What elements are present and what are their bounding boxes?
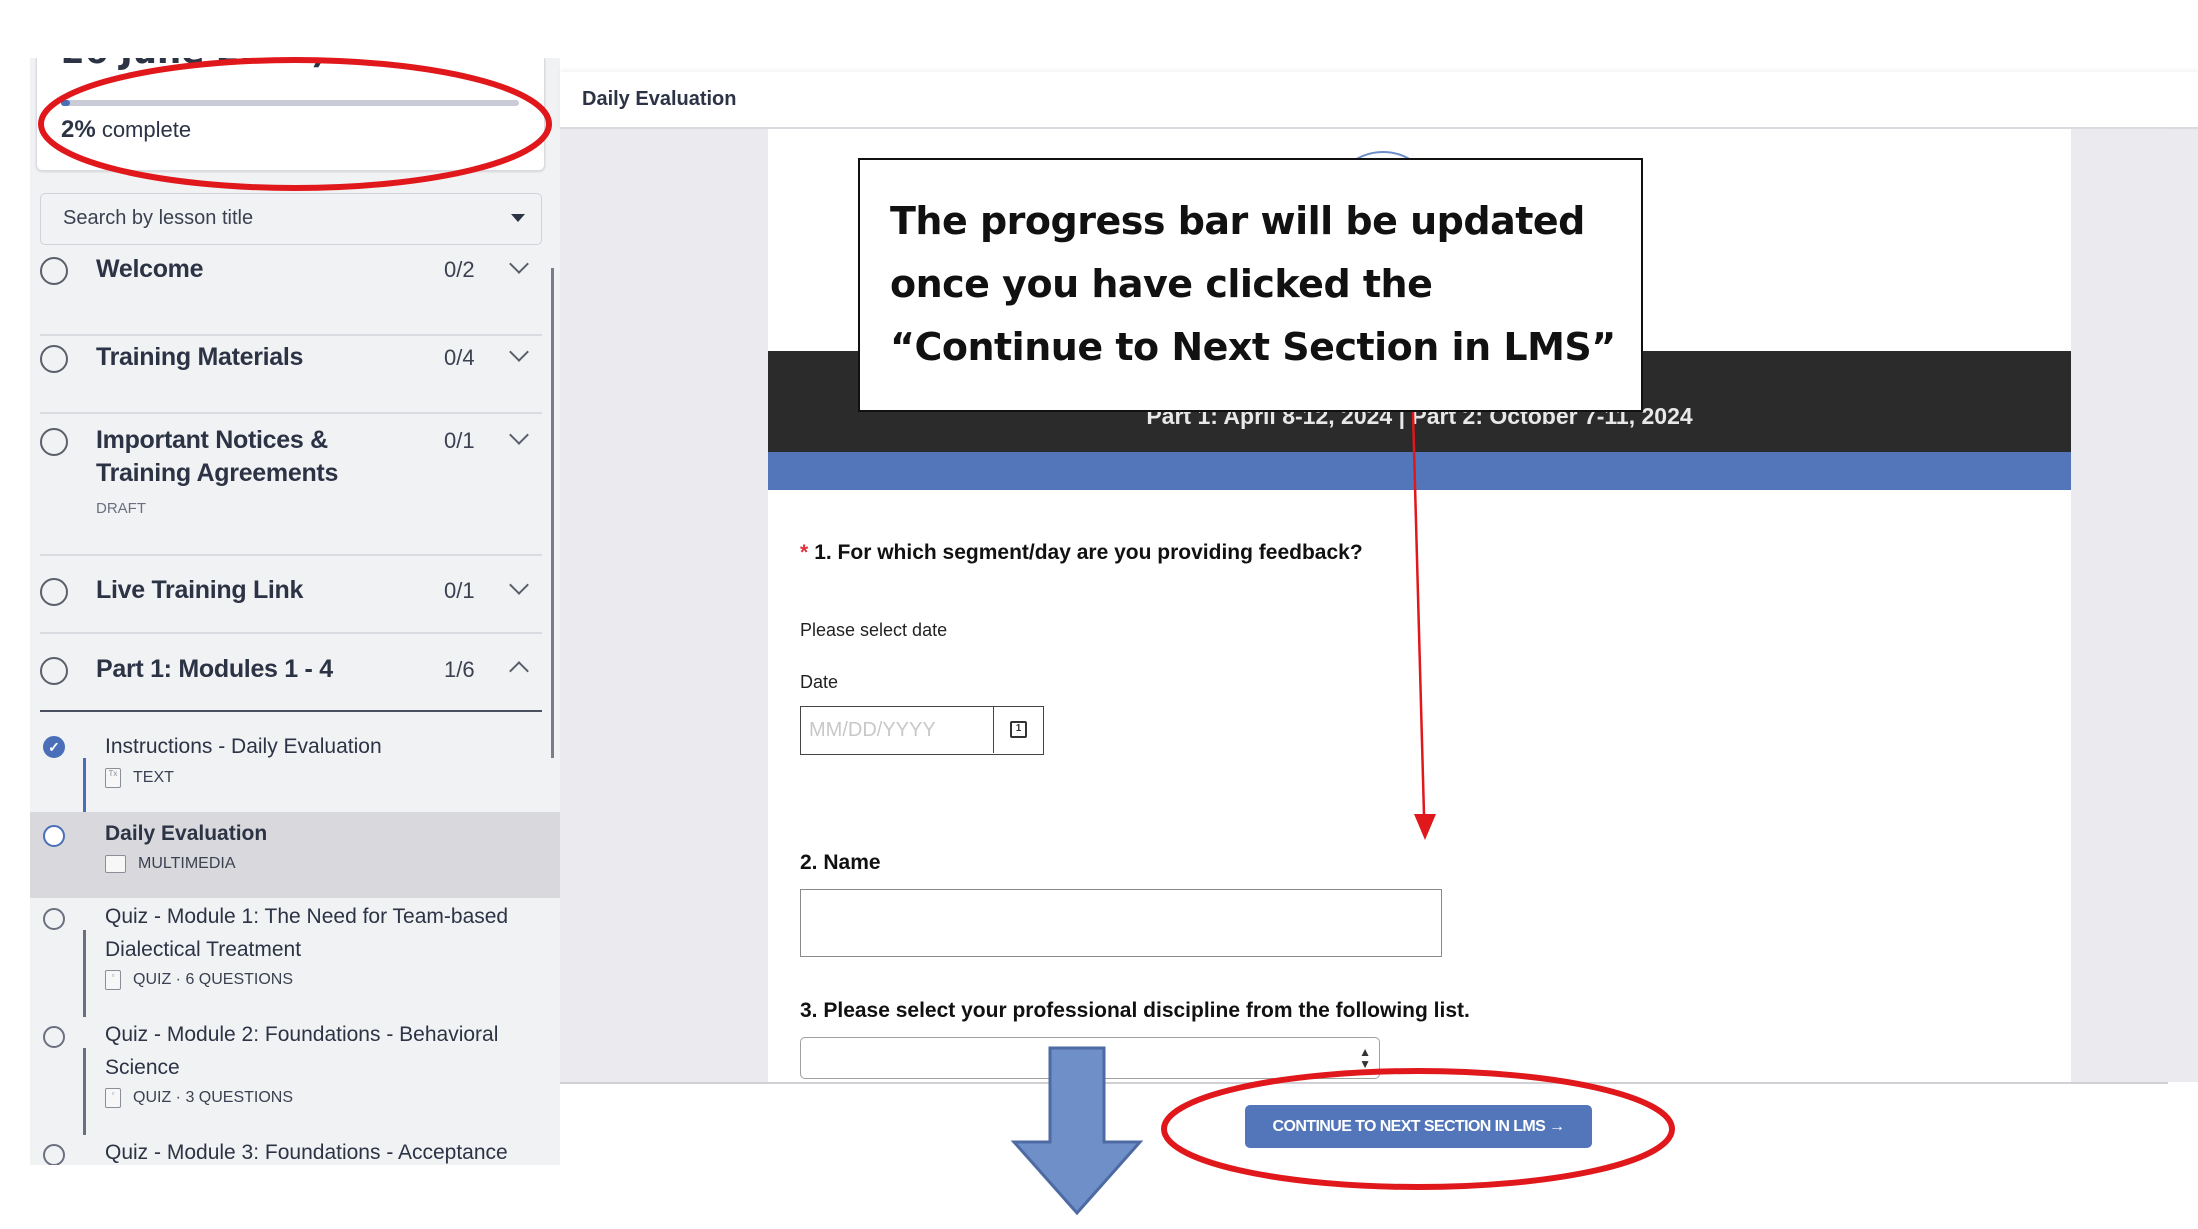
section-count: 1/6 — [444, 657, 475, 682]
date-hint: Please select date — [800, 620, 948, 640]
section-part-1-modules[interactable]: Part 1: Modules 1 - 4 1/6 — [40, 634, 542, 710]
section-title: Welcome — [96, 255, 204, 283]
required-mark: * — [800, 541, 809, 564]
section-count: 0/1 — [444, 428, 475, 453]
lesson-type-label: MULTIMEDIA — [138, 855, 236, 873]
question-1-text: 1. For which segment/day are you providi… — [814, 541, 1363, 564]
status-circle-icon — [43, 1026, 65, 1048]
draft-badge: DRAFT — [96, 500, 146, 517]
frame-gutter — [2071, 129, 2168, 1082]
caret-down-icon — [511, 214, 525, 222]
quiz-icon: ▫ — [105, 1088, 121, 1108]
section-live-training-link[interactable]: Live Training Link 0/1 — [40, 556, 542, 632]
banner-accent — [768, 452, 2071, 490]
status-circle-icon — [40, 345, 68, 373]
lesson-item[interactable]: Quiz - Module 1: The Need for Team-based… — [30, 898, 560, 1016]
section-welcome[interactable]: Welcome 0/2 — [40, 251, 542, 307]
question-2-label: 2. Name — [800, 851, 881, 874]
calendar-icon: 1 — [1010, 721, 1027, 738]
question-1-label: * 1. For which segment/day are you provid… — [800, 541, 1363, 565]
status-circle-icon — [40, 578, 68, 606]
section-title: Part 1: Modules 1 - 4 — [96, 655, 333, 683]
section-count: 0/2 — [444, 257, 475, 282]
lesson-type-label: TEXT — [133, 769, 174, 787]
chevron-down-icon[interactable] — [509, 575, 529, 595]
chevron-up-icon[interactable] — [509, 661, 529, 681]
chevron-down-icon[interactable] — [509, 425, 529, 445]
lesson-type-label: QUIZ · 3 QUESTIONS — [133, 1089, 294, 1107]
section-title: Training Materials — [96, 343, 304, 371]
continue-next-section-button[interactable]: CONTINUE TO NEXT SECTION IN LMS → — [1245, 1105, 1592, 1148]
divider — [40, 710, 542, 712]
section-title: Live Training Link — [96, 576, 304, 604]
lesson-type: MULTIMEDIA — [105, 855, 235, 873]
section-title: Important Notices & Training Agreements — [96, 426, 339, 487]
lesson-title: Quiz - Module 3: Foundations - Acceptanc… — [105, 1141, 508, 1164]
lesson-item-active[interactable]: Daily Evaluation MULTIMEDIA — [30, 812, 560, 898]
question-3-label: 3. Please select your professional disci… — [800, 999, 1470, 1022]
multimedia-icon — [105, 855, 126, 873]
progress-percent: 2% — [61, 116, 96, 143]
date-label: Date — [800, 672, 839, 692]
status-circle-icon — [40, 428, 68, 456]
lesson-item[interactable]: Quiz - Module 3: Foundations - Acceptanc… — [30, 1134, 560, 1165]
text-doc-icon: Tx — [105, 768, 121, 788]
lesson-title: Instructions - Daily Evaluation — [105, 735, 382, 758]
status-circle-icon — [43, 908, 65, 930]
section-important-notices[interactable]: Important Notices & Training Agreements … — [40, 414, 542, 554]
discipline-select[interactable]: ▲ ▼ — [800, 1037, 1380, 1079]
chevron-down-icon[interactable] — [509, 254, 529, 274]
callout-text: The progress bar will be updated once yo… — [890, 199, 1616, 369]
search-placeholder: Search by lesson title — [63, 207, 254, 229]
sidebar-scrollbar[interactable] — [551, 268, 554, 758]
lesson-type-label: QUIZ · 6 QUESTIONS — [133, 971, 294, 989]
progress-suffix: complete — [101, 117, 192, 142]
lesson-item[interactable]: ✓ Instructions - Daily Evaluation Tx TEXT — [30, 726, 560, 812]
instruction-callout: The progress bar will be updated once yo… — [858, 158, 1643, 412]
progress-text: 2% complete — [61, 116, 191, 144]
progress-bar-fill — [61, 100, 71, 106]
current-lesson-circle-icon — [43, 825, 65, 847]
section-training-materials[interactable]: Training Materials 0/4 — [40, 329, 542, 385]
date-placeholder: MM/DD/YYYY — [809, 719, 936, 741]
status-circle-icon — [43, 1144, 65, 1165]
status-circle-icon — [40, 257, 68, 285]
chevron-down-icon[interactable] — [509, 342, 529, 362]
lesson-title: Quiz - Module 2: Foundations - Behaviora… — [105, 1023, 499, 1079]
name-input[interactable] — [800, 889, 1442, 957]
lesson-search-dropdown[interactable]: Search by lesson title — [40, 193, 542, 245]
lesson-item[interactable]: Quiz - Module 2: Foundations - Behaviora… — [30, 1016, 560, 1134]
content-header: Daily Evaluation — [560, 72, 2198, 129]
section-count: 0/1 — [444, 578, 475, 603]
status-circle-icon — [40, 657, 68, 685]
progress-bar — [61, 100, 519, 106]
check-circle-icon: ✓ — [43, 736, 65, 758]
lesson-header-title: Daily Evaluation — [582, 88, 737, 110]
course-progress-card: 26 June 2024) 2% complete — [36, 58, 545, 171]
lesson-title: Quiz - Module 1: The Need for Team-based… — [105, 905, 509, 961]
lesson-type: ▫ QUIZ · 6 QUESTIONS — [105, 970, 293, 990]
date-input[interactable]: MM/DD/YYYY 1 — [800, 706, 1044, 755]
course-title: 26 June 2024) — [61, 58, 326, 72]
select-arrows-icon: ▲ ▼ — [1359, 1045, 1371, 1071]
course-sidebar: 26 June 2024) 2% complete Search by less… — [30, 58, 560, 1165]
footer-divider — [560, 1082, 2168, 1084]
lesson-type: Tx TEXT — [105, 768, 174, 788]
lesson-title: Daily Evaluation — [105, 822, 268, 845]
date-picker-button[interactable]: 1 — [993, 707, 1043, 753]
quiz-icon: ▫ — [105, 970, 121, 990]
lesson-type: ▫ QUIZ · 3 QUESTIONS — [105, 1088, 293, 1108]
section-count: 0/4 — [444, 345, 475, 370]
